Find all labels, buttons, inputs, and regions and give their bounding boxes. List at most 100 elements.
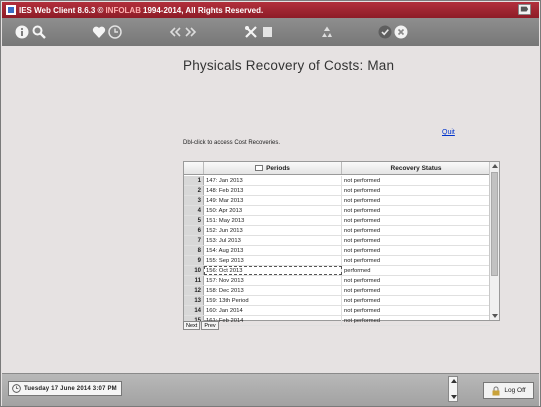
cancel-icon[interactable] bbox=[394, 25, 408, 39]
datetime-text: Tuesday 17 June 2014 3:07 PM bbox=[24, 385, 117, 392]
recovery-status-header-label: Recovery Status bbox=[390, 164, 442, 172]
toolbar bbox=[2, 18, 539, 46]
status-cell: not performed bbox=[344, 288, 381, 294]
status-cell: not performed bbox=[344, 208, 381, 214]
window-menu-icon bbox=[520, 6, 529, 12]
message-down-icon[interactable] bbox=[451, 395, 457, 399]
status-cell: not performed bbox=[344, 178, 381, 184]
period-cell[interactable]: 153: Jul 2013 bbox=[204, 236, 342, 245]
period-cell[interactable]: 161: Feb 2014 bbox=[204, 316, 342, 325]
status-cell: not performed bbox=[344, 238, 381, 244]
next-button[interactable]: Next bbox=[183, 321, 201, 330]
row-number: 12 bbox=[184, 286, 204, 295]
row-number: 11 bbox=[184, 276, 204, 285]
app-window: IES Web Client 8.6.3 © INFOLAB 1994-2014… bbox=[0, 0, 541, 407]
status-cell: not performed bbox=[344, 228, 381, 234]
clock-icon bbox=[12, 384, 21, 393]
period-cell[interactable]: 158: Dec 2013 bbox=[204, 286, 342, 295]
table-row[interactable]: 8 154: Aug 2013 not performed bbox=[184, 246, 490, 256]
prev-button[interactable]: Prev bbox=[201, 321, 219, 330]
tools-icon[interactable] bbox=[244, 25, 258, 39]
table-row[interactable]: 9 155: Sep 2013 not performed bbox=[184, 256, 490, 266]
row-number: 14 bbox=[184, 306, 204, 315]
row-number: 4 bbox=[184, 206, 204, 215]
period-cell[interactable]: 150: Apr 2013 bbox=[204, 206, 342, 215]
row-number: 13 bbox=[184, 296, 204, 305]
status-cell: not performed bbox=[344, 258, 381, 264]
window-title-brand: INFOLAB bbox=[105, 5, 141, 15]
scroll-up-icon[interactable] bbox=[492, 164, 498, 168]
grid-pager: Next Prev bbox=[183, 321, 220, 330]
table-row[interactable]: 1 147: Jan 2013 not performed bbox=[184, 176, 490, 186]
accept-icon[interactable] bbox=[378, 25, 392, 39]
table-row[interactable]: 12 158: Dec 2013 not performed bbox=[184, 286, 490, 296]
table-row[interactable]: 7 153: Jul 2013 not performed bbox=[184, 236, 490, 246]
message-scroller[interactable] bbox=[448, 376, 458, 402]
message-up-icon[interactable] bbox=[451, 379, 457, 383]
grid-body: 1 147: Jan 2013 not performed 2 148: Feb 201… bbox=[184, 176, 490, 326]
table-row[interactable]: 3 149: Mar 2013 not performed bbox=[184, 196, 490, 206]
status-cell: not performed bbox=[344, 248, 381, 254]
grid-scrollbar[interactable] bbox=[489, 162, 499, 320]
period-cell[interactable]: 159: 13th Period bbox=[204, 296, 342, 305]
forward-icon[interactable] bbox=[184, 25, 198, 39]
search-icon[interactable] bbox=[32, 25, 46, 39]
row-number: 5 bbox=[184, 216, 204, 225]
table-row[interactable]: 15161: Feb 2014not performed bbox=[184, 316, 490, 326]
datetime-display: Tuesday 17 June 2014 3:07 PM bbox=[8, 381, 122, 396]
status-cell: not performed bbox=[344, 308, 381, 314]
table-row[interactable]: 5 151: May 2013 not performed bbox=[184, 216, 490, 226]
period-cell[interactable]: 154: Aug 2013 bbox=[204, 246, 342, 255]
logoff-label: Log Off bbox=[504, 387, 526, 394]
status-cell: not performed bbox=[344, 318, 381, 324]
status-cell: not performed bbox=[344, 298, 381, 304]
lock-icon bbox=[492, 386, 500, 395]
hint-text: Dbl-click to access Cost Recoveries. bbox=[183, 140, 281, 146]
logoff-button[interactable]: Log Off bbox=[483, 382, 534, 399]
status-bar: Tuesday 17 June 2014 3:07 PM Log Off bbox=[2, 373, 539, 406]
recovery-status-column-header[interactable]: Recovery Status bbox=[342, 162, 490, 174]
periods-grid: Periods Recovery Status 1 147: Jan 2013 no… bbox=[183, 161, 500, 326]
row-number: 10 bbox=[184, 266, 204, 275]
status-cell: not performed bbox=[344, 188, 381, 194]
table-row[interactable]: 13 159: 13th Period not performed bbox=[184, 296, 490, 306]
status-cell: not performed bbox=[344, 278, 381, 284]
scroll-thumb[interactable] bbox=[491, 172, 498, 276]
window-menu-button[interactable] bbox=[518, 4, 531, 15]
title-bar: IES Web Client 8.6.3 © INFOLAB 1994-2014… bbox=[2, 2, 539, 18]
period-cell[interactable]: 151: May 2013 bbox=[204, 216, 342, 225]
row-number: 2 bbox=[184, 186, 204, 195]
period-cell[interactable]: 160: Jan 2014 bbox=[204, 306, 342, 315]
app-logo-icon bbox=[6, 5, 16, 15]
select-all-checkbox-icon[interactable] bbox=[255, 165, 264, 171]
status-cell: not performed bbox=[344, 198, 381, 204]
recycle-icon[interactable] bbox=[320, 25, 334, 39]
row-number: 1 bbox=[184, 176, 204, 185]
window-title-prefix: IES Web Client 8.6.3 © bbox=[19, 5, 104, 15]
table-row[interactable]: 11 157: Nov 2013 not performed bbox=[184, 276, 490, 286]
periods-column-header[interactable]: Periods bbox=[204, 162, 342, 174]
document-icon[interactable] bbox=[261, 25, 275, 39]
info-icon[interactable] bbox=[15, 25, 29, 39]
table-row[interactable]: 4 150: Apr 2013 not performed bbox=[184, 206, 490, 216]
period-cell[interactable]: 152: Jun 2013 bbox=[204, 226, 342, 235]
history-icon[interactable] bbox=[108, 25, 122, 39]
favorite-heart-icon[interactable] bbox=[92, 25, 106, 39]
table-row[interactable]: 6 152: Jun 2013 not performed bbox=[184, 226, 490, 236]
table-row[interactable]: 14 160: Jan 2014 not performed bbox=[184, 306, 490, 316]
row-number-header bbox=[184, 162, 204, 174]
scroll-down-icon[interactable] bbox=[492, 314, 498, 318]
period-cell[interactable]: 155: Sep 2013 bbox=[204, 256, 342, 265]
back-icon[interactable] bbox=[168, 25, 182, 39]
period-cell[interactable]: 156: Oct 2013 bbox=[204, 266, 342, 275]
period-cell[interactable]: 157: Nov 2013 bbox=[204, 276, 342, 285]
table-row[interactable]: 10 156: Oct 2013 performed bbox=[184, 266, 490, 276]
table-row[interactable]: 2 148: Feb 2013 not performed bbox=[184, 186, 490, 196]
period-cell[interactable]: 148: Feb 2013 bbox=[204, 186, 342, 195]
row-number: 3 bbox=[184, 196, 204, 205]
period-cell[interactable]: 149: Mar 2013 bbox=[204, 196, 342, 205]
status-cell: not performed bbox=[344, 218, 381, 224]
period-cell[interactable]: 147: Jan 2013 bbox=[204, 176, 342, 185]
row-number: 7 bbox=[184, 236, 204, 245]
quit-link[interactable]: Quit bbox=[442, 129, 455, 136]
